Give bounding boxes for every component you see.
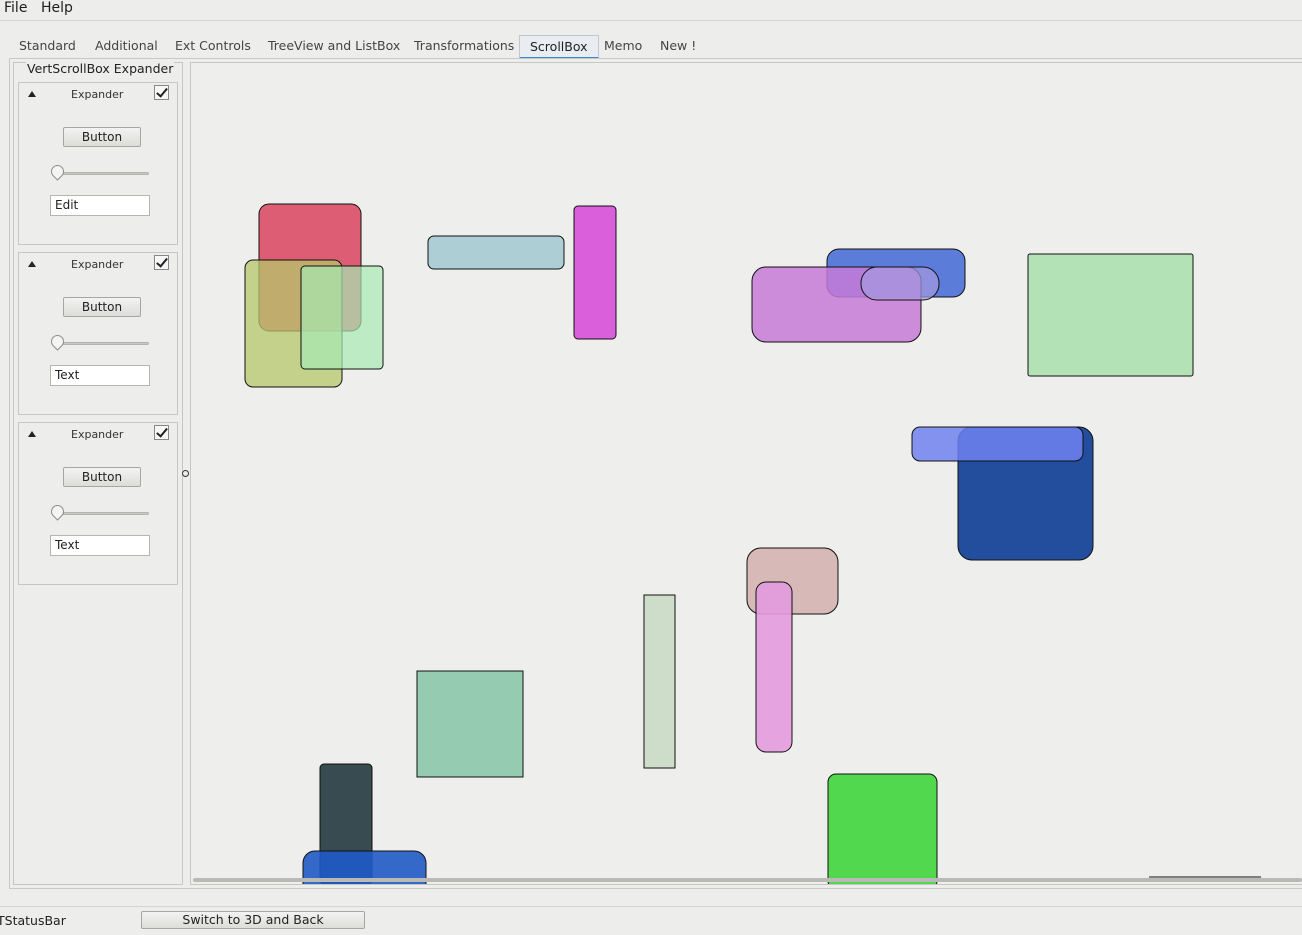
tab-bar: Standard Additional Ext Controls TreeVie… <box>9 34 1302 59</box>
expander-title[interactable]: Expander <box>71 258 123 271</box>
switch-3d-button[interactable]: Switch to 3D and Back <box>141 911 365 929</box>
tab-scrollbox[interactable]: ScrollBox <box>519 35 599 59</box>
collapse-arrow-icon[interactable] <box>28 91 36 97</box>
splitter-handle[interactable] <box>182 470 189 477</box>
tab-ext-controls[interactable]: Ext Controls <box>165 34 261 57</box>
status-bar: TStatusBar Switch to 3D and Back <box>0 906 1302 935</box>
shapes-canvas <box>244 203 1261 884</box>
slider-track[interactable] <box>59 512 149 515</box>
edit-field[interactable]: Text <box>50 365 150 386</box>
slider-thumb[interactable] <box>48 502 67 521</box>
scroll-box[interactable] <box>190 62 1302 885</box>
scroll-shape-13 <box>755 581 793 753</box>
scroll-shape-3 <box>300 265 384 370</box>
scroll-shape-15 <box>416 670 524 778</box>
menu-help[interactable]: Help <box>41 0 73 16</box>
expander-button[interactable]: Button <box>63 127 141 147</box>
tab-memo[interactable]: Memo <box>594 34 652 57</box>
collapse-arrow-icon[interactable] <box>28 261 36 267</box>
expander-checkbox[interactable] <box>154 85 169 100</box>
tab-new[interactable]: New ! <box>650 34 706 57</box>
edit-field[interactable]: Text <box>50 535 150 556</box>
slider-thumb[interactable] <box>48 332 67 351</box>
status-text: TStatusBar <box>0 913 66 928</box>
scroll-shape-11 <box>911 426 1084 462</box>
scroll-shape-18 <box>827 773 938 884</box>
expander-3: Expander Button Text <box>18 422 178 585</box>
expander-button[interactable]: Button <box>63 297 141 317</box>
expander-checkbox[interactable] <box>154 255 169 270</box>
vert-scroll-box-title: VertScrollBox Expander <box>26 61 175 76</box>
tab-additional[interactable]: Additional <box>85 34 168 57</box>
tab-standard[interactable]: Standard <box>9 34 86 57</box>
expander-checkbox[interactable] <box>154 425 169 440</box>
menu-bar: File Help <box>0 0 1302 21</box>
tab-treeview-listbox[interactable]: TreeView and ListBox <box>258 34 410 57</box>
slider-track[interactable] <box>59 342 149 345</box>
edit-field[interactable]: Edit <box>50 195 150 216</box>
scroll-shape-8 <box>860 266 940 301</box>
slider-thumb[interactable] <box>48 162 67 181</box>
expander-title[interactable]: Expander <box>71 428 123 441</box>
collapse-arrow-icon[interactable] <box>28 431 36 437</box>
scroll-shape-4 <box>427 235 565 270</box>
expander-1: Expander Button Edit <box>18 82 178 245</box>
scroll-shape-14 <box>643 594 676 769</box>
slider-track[interactable] <box>59 172 149 175</box>
tab-transformations[interactable]: Transformations <box>404 34 524 57</box>
expander-button[interactable]: Button <box>63 467 141 487</box>
scroll-shape-5 <box>573 205 617 340</box>
scroll-shape-9 <box>1027 253 1194 377</box>
expander-title[interactable]: Expander <box>71 88 123 101</box>
expander-2: Expander Button Text <box>18 252 178 415</box>
horizontal-scrollbar[interactable] <box>193 878 1302 882</box>
menu-file[interactable]: File <box>4 0 27 16</box>
